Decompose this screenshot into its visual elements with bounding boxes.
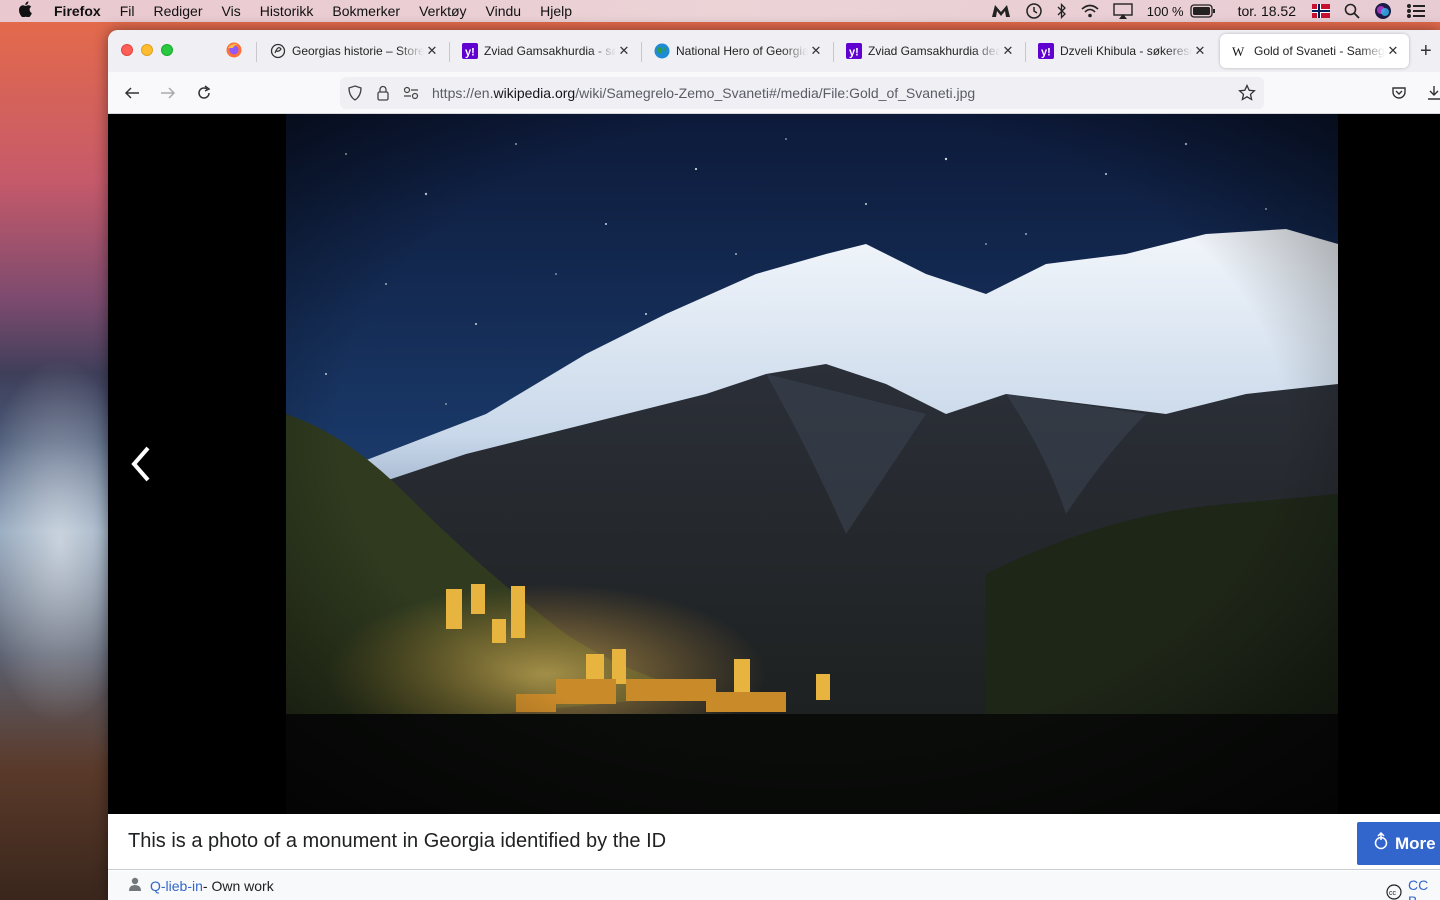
control-center-icon[interactable] [1406,3,1426,19]
close-window-button[interactable] [121,44,133,56]
menu-app-name[interactable]: Firefox [54,3,101,19]
more-button-label: More [1395,833,1436,853]
wifi-icon[interactable] [1081,4,1099,18]
tab-label: Georgias historie – Store norske leksiko… [292,44,424,58]
downloads-icon[interactable] [1424,83,1440,103]
pocket-icon[interactable] [1389,83,1409,103]
menu-historikk[interactable]: Historikk [260,3,314,19]
creative-commons-icon: cc [1386,883,1402,900]
navigation-toolbar: https://en.wikipedia.org/wiki/Samegrelo-… [108,72,1440,114]
license-link[interactable]: cc CC B [1386,877,1440,900]
user-icon [128,877,142,894]
svg-text:cc: cc [1389,890,1397,897]
reload-icon[interactable] [194,83,214,103]
forward-icon[interactable] [158,83,178,103]
battery-icon[interactable] [1189,4,1216,18]
yahoo-icon: y! [1038,43,1054,59]
tracking-protection-icon[interactable] [346,84,364,102]
svg-text:y!: y! [1041,47,1051,59]
tab-georgias-historie[interactable]: Georgias historie – Store norske leksiko… [258,34,448,68]
close-tab-icon[interactable]: ✕ [616,43,632,59]
permissions-icon[interactable] [402,84,420,102]
menu-rediger[interactable]: Rediger [153,3,202,19]
globe-icon [654,43,670,59]
minimize-window-button[interactable] [141,44,153,56]
url-bar[interactable]: https://en.wikipedia.org/wiki/Samegrelo-… [340,77,1264,109]
yahoo-icon: y! [462,43,478,59]
license-label: CC B [1408,877,1429,900]
battery-percent: 100 % [1146,3,1184,19]
svg-text:y!: y! [465,47,475,59]
norway-flag-icon[interactable] [1312,4,1330,18]
more-details-button[interactable]: More [1357,822,1440,865]
time-machine-icon[interactable] [1025,2,1043,20]
url-path: /wiki/Samegrelo-Zemo_Svaneti#/media/File… [575,85,976,101]
tab-zviad-gamsakhurdia-death[interactable]: y! Zviad Gamsakhurdia death ✕ [834,34,1024,68]
yahoo-icon: y! [846,43,862,59]
close-tab-icon[interactable]: ✕ [424,43,440,59]
page-content: This is a photo of a monument in Georgia… [108,114,1440,900]
browser-window: Georgias historie – Store norske leksiko… [108,30,1440,900]
spotlight-icon[interactable] [1344,3,1360,19]
lock-icon[interactable] [374,84,392,102]
media-viewer [108,114,1440,814]
bluetooth-icon[interactable] [1057,3,1067,19]
wikimedia-commons-icon [1373,831,1389,855]
svg-text:y!: y! [849,47,859,59]
credit-bar: Q-lieb-in - Own work cc CC B [108,871,1440,900]
menubar-clock[interactable]: tor. 18.52 [1238,3,1296,19]
image-caption: This is a photo of a monument in Georgia… [128,830,667,852]
url-scheme: https://en. [432,85,494,101]
menu-bokmerker[interactable]: Bokmerker [332,3,400,19]
bookmark-star-icon[interactable] [1238,83,1256,107]
menu-bar: Firefox Fil Rediger Vis Historikk Bokmer… [0,0,1440,22]
menu-verktoy[interactable]: Verktøy [419,3,466,19]
tab-label: Gold of Svaneti - Samegrelo-Zemo Svaneti [1254,44,1385,58]
author-description: - Own work [202,877,274,894]
firefox-view-icon[interactable] [226,42,242,58]
siri-icon[interactable] [1374,2,1392,20]
url-text[interactable]: https://en.wikipedia.org/wiki/Samegrelo-… [432,85,975,101]
back-icon[interactable] [122,83,142,103]
zoom-window-button[interactable] [161,44,173,56]
tab-label: National Hero of Georgia [676,44,808,58]
airplay-icon[interactable] [1113,3,1133,19]
apple-icon[interactable] [18,1,38,21]
menu-vindu[interactable]: Vindu [486,3,522,19]
tab-separator [256,42,257,62]
caption-bar: This is a photo of a monument in Georgia… [108,814,1440,870]
tab-label: Zviad Gamsakhurdia death [868,44,1000,58]
tab-national-hero-of-georgia[interactable]: National Hero of Georgia ✕ [642,34,832,68]
tab-bar: Georgias historie – Store norske leksiko… [108,30,1440,72]
close-tab-icon[interactable]: ✕ [1000,43,1016,59]
url-host: wikipedia.org [493,85,576,101]
tab-label: Dzveli Khibula - søkeresultat [1060,44,1192,58]
tab-dzveli-khibula[interactable]: y! Dzveli Khibula - søkeresultat ✕ [1026,34,1216,68]
menu-hjelp[interactable]: Hjelp [540,3,572,19]
malwarebytes-icon[interactable] [991,4,1011,18]
close-tab-icon[interactable]: ✕ [808,43,824,59]
menu-vis[interactable]: Vis [222,3,241,19]
close-tab-icon[interactable]: ✕ [1192,43,1208,59]
svg-text:W: W [1232,44,1245,59]
new-tab-button[interactable]: + [1420,40,1432,63]
wikipedia-icon: W [1232,43,1248,59]
snl-icon [270,43,286,59]
tab-gold-of-svaneti[interactable]: W Gold of Svaneti - Samegrelo-Zemo Svane… [1220,34,1409,68]
tab-label: Zviad Gamsakhurdia - søk [484,44,616,58]
author-link[interactable]: Q-lieb-in [150,878,203,894]
previous-image-icon[interactable] [126,444,156,484]
close-tab-icon[interactable]: ✕ [1385,43,1401,59]
tab-zviad-gamsakhurdia-search[interactable]: y! Zviad Gamsakhurdia - søk ✕ [450,34,640,68]
gold-of-svaneti-photo[interactable] [286,114,1338,814]
menu-fil[interactable]: Fil [120,3,135,19]
